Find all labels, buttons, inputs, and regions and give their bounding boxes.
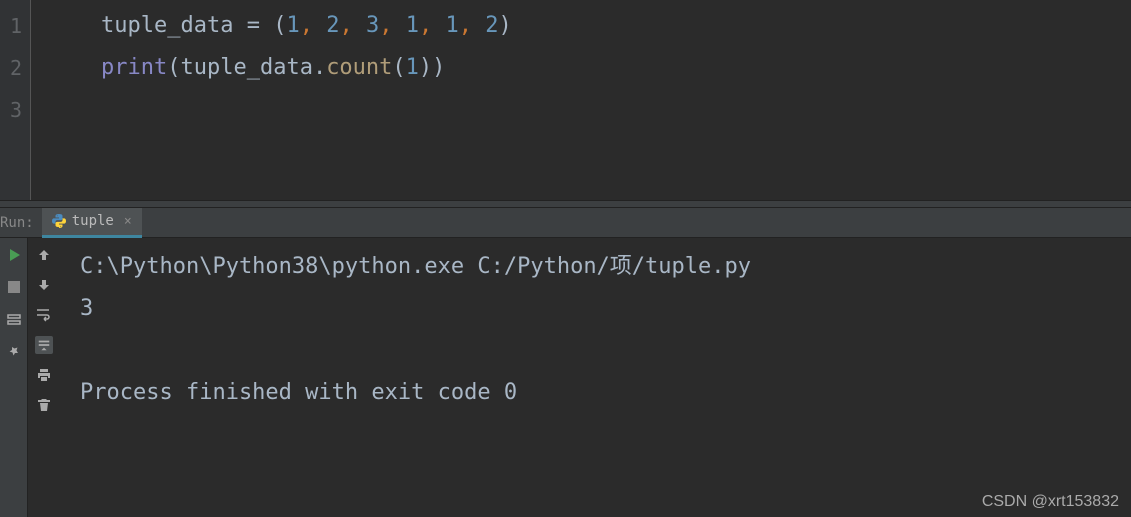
play-icon[interactable] xyxy=(5,246,23,264)
run-header: Run: tuple × xyxy=(0,208,1131,238)
code-line: print(tuple_data.count(1)) xyxy=(101,47,1131,89)
scroll-icon[interactable] xyxy=(35,336,53,354)
tab-label: tuple xyxy=(72,213,114,229)
line-number: 2 xyxy=(0,47,22,89)
console-line: 3 xyxy=(80,288,1111,330)
run-label: Run: xyxy=(0,215,42,231)
console-output[interactable]: C:\Python\Python38\python.exe C:/Python/… xyxy=(60,238,1131,517)
close-icon[interactable]: × xyxy=(124,214,132,229)
trash-icon[interactable] xyxy=(35,396,53,414)
panel-divider[interactable] xyxy=(0,200,1131,208)
code-line: tuple_data = (1, 2, 3, 1, 1, 2) xyxy=(101,5,1131,47)
arrow-down-icon[interactable] xyxy=(35,276,53,294)
pin-icon[interactable] xyxy=(5,342,23,360)
console-line: Process finished with exit code 0 xyxy=(80,372,1111,414)
arrow-up-icon[interactable] xyxy=(35,246,53,264)
line-number: 1 xyxy=(0,5,22,47)
line-gutter: 1 2 3 xyxy=(0,0,30,200)
code-editor[interactable]: 1 2 3 tuple_data = (1, 2, 3, 1, 1, 2) pr… xyxy=(0,0,1131,200)
watermark: CSDN @xrt153832 xyxy=(982,493,1119,511)
console-line xyxy=(80,330,1111,372)
code-content[interactable]: tuple_data = (1, 2, 3, 1, 1, 2) print(tu… xyxy=(30,0,1131,200)
run-tab[interactable]: tuple × xyxy=(42,208,142,238)
console-line: C:\Python\Python38\python.exe C:/Python/… xyxy=(80,246,1111,288)
stop-icon[interactable] xyxy=(5,278,23,296)
wrap-icon[interactable] xyxy=(35,306,53,324)
line-number: 3 xyxy=(0,89,22,131)
left-toolbar xyxy=(0,238,28,517)
console-toolbar xyxy=(28,238,60,517)
run-panel: Run: tuple × xyxy=(0,208,1131,517)
python-icon xyxy=(52,214,66,228)
print-icon[interactable] xyxy=(35,366,53,384)
layout-icon[interactable] xyxy=(5,310,23,328)
run-body: C:\Python\Python38\python.exe C:/Python/… xyxy=(0,238,1131,517)
